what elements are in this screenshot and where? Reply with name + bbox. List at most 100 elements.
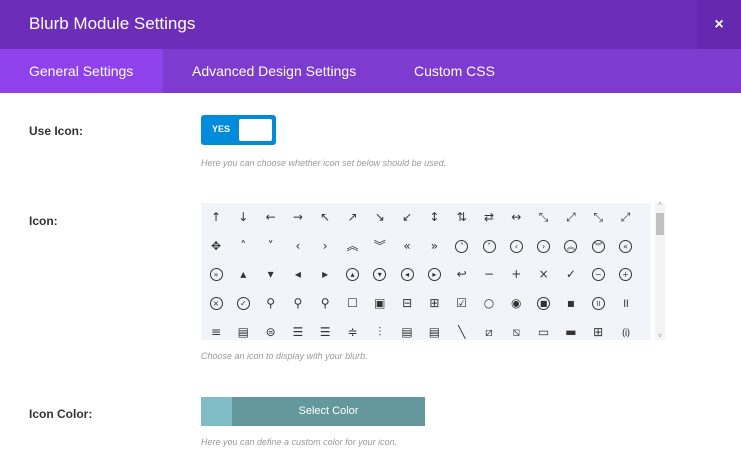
- icon-option[interactable]: ▤: [424, 322, 444, 340]
- icon-option[interactable]: ×: [206, 293, 226, 313]
- icon-option[interactable]: ⇄: [479, 207, 499, 227]
- icon-option[interactable]: ↑: [206, 207, 226, 227]
- icon-option[interactable]: ↙: [397, 207, 417, 227]
- icon-option[interactable]: ▬: [561, 322, 581, 340]
- icon-option[interactable]: ←: [261, 207, 281, 227]
- tab-advanced-design-settings[interactable]: Advanced Design Settings: [192, 49, 356, 93]
- icon-option[interactable]: ›: [534, 236, 554, 256]
- icon-option[interactable]: ▸: [315, 264, 335, 284]
- icon-option[interactable]: ▤: [233, 322, 253, 340]
- icon-option[interactable]: ✓: [561, 264, 581, 284]
- icon-option[interactable]: »: [424, 236, 444, 256]
- tab-general-settings[interactable]: General Settings: [0, 49, 163, 93]
- tab-bar: General Settings Advanced Design Setting…: [0, 49, 741, 93]
- icon-option[interactable]: ˄: [452, 236, 472, 256]
- icon-option[interactable]: ☰: [288, 322, 308, 340]
- icon-option[interactable]: ⧄: [479, 322, 499, 340]
- icon-option[interactable]: ▾: [370, 264, 390, 284]
- icon-option[interactable]: +: [616, 264, 636, 284]
- icon-option[interactable]: ▣: [370, 293, 390, 313]
- icon-option[interactable]: ⊞: [588, 322, 608, 340]
- icon-option[interactable]: ⊟: [397, 293, 417, 313]
- icon-glyph: ↓: [238, 210, 249, 224]
- icon-option[interactable]: ↩: [452, 264, 472, 284]
- icon-option[interactable]: −: [588, 264, 608, 284]
- icon-option[interactable]: «: [616, 236, 636, 256]
- icon-option[interactable]: ▤: [397, 322, 417, 340]
- icon-glyph: ︾: [373, 238, 386, 253]
- icon-option[interactable]: ⇅: [452, 207, 472, 227]
- icon-option[interactable]: ↔: [506, 207, 526, 227]
- icon-glyph: ◉: [511, 296, 522, 311]
- close-button[interactable]: ×: [697, 0, 741, 49]
- icon-option[interactable]: ⤡: [534, 207, 554, 227]
- icon-option[interactable]: ↓: [233, 207, 253, 227]
- icon-option[interactable]: ▾: [261, 264, 281, 284]
- icon-option[interactable]: ■: [534, 293, 554, 313]
- icon-option[interactable]: ︽: [561, 236, 581, 256]
- icon-option[interactable]: ▪: [561, 293, 581, 313]
- icon-option[interactable]: ›: [315, 236, 335, 256]
- icon-option[interactable]: →: [288, 207, 308, 227]
- icon-option[interactable]: ॥: [616, 293, 636, 313]
- icon-option[interactable]: ‹: [506, 236, 526, 256]
- icon-option[interactable]: ↖: [315, 207, 335, 227]
- icon-option[interactable]: ▴: [343, 264, 363, 284]
- icon-option[interactable]: ▴: [233, 264, 253, 284]
- icon-option[interactable]: ↗: [343, 207, 363, 227]
- icon-option[interactable]: ⚲: [315, 293, 335, 313]
- icon-option[interactable]: ▸: [424, 264, 444, 284]
- icon-option[interactable]: ✥: [206, 236, 226, 256]
- select-color-button[interactable]: Select Color: [201, 397, 425, 426]
- icon-option[interactable]: ◂: [397, 264, 417, 284]
- icon-option[interactable]: ⚲: [288, 293, 308, 313]
- icon-option[interactable]: ×: [534, 264, 554, 284]
- icon-option[interactable]: ◂: [288, 264, 308, 284]
- icon-option[interactable]: ⫶: [370, 322, 390, 340]
- icon-option[interactable]: ⊞: [424, 293, 444, 313]
- scroll-up-icon[interactable]: ˄: [655, 201, 665, 208]
- icon-glyph: ‹: [295, 238, 301, 253]
- icon-option[interactable]: ⤢: [616, 207, 636, 227]
- icon-option[interactable]: ▭: [534, 322, 554, 340]
- icon-option[interactable]: ◉: [506, 293, 526, 313]
- tab-custom-css[interactable]: Custom CSS: [414, 49, 495, 93]
- icon-glyph: ˅: [267, 238, 274, 253]
- icon-glyph: »: [209, 268, 223, 282]
- icon-option[interactable]: ↕: [424, 207, 444, 227]
- icon-option[interactable]: ⊜: [261, 322, 281, 340]
- icon-option[interactable]: +: [506, 264, 526, 284]
- icon-option[interactable]: »: [206, 264, 226, 284]
- icon-option[interactable]: ︾: [370, 236, 390, 256]
- icon-glyph: ˄: [240, 238, 247, 253]
- icon-option[interactable]: ╲: [452, 322, 472, 340]
- icon-option[interactable]: ⤡: [588, 207, 608, 227]
- icon-option[interactable]: ⧅: [506, 322, 526, 340]
- icon-option[interactable]: ≑: [343, 322, 363, 340]
- icon-option[interactable]: ˅: [261, 236, 281, 256]
- icon-option[interactable]: ⚲: [261, 293, 281, 313]
- icon-option[interactable]: ︽: [343, 236, 363, 256]
- icon-option[interactable]: ≡: [206, 322, 226, 340]
- icon-option[interactable]: ☑: [452, 293, 472, 313]
- icon-grid-scrollbar[interactable]: ˄ ˅: [655, 201, 665, 340]
- icon-option[interactable]: ⤢: [561, 207, 581, 227]
- icon-option[interactable]: ︾: [588, 236, 608, 256]
- icon-option[interactable]: ˅: [479, 236, 499, 256]
- icon-option[interactable]: ☰: [315, 322, 335, 340]
- icon-glyph: −: [483, 267, 495, 282]
- icon-option[interactable]: «: [397, 236, 417, 256]
- scrollbar-thumb[interactable]: [656, 213, 664, 235]
- icon-option[interactable]: ○: [479, 293, 499, 313]
- icon-option[interactable]: ‹: [288, 236, 308, 256]
- icon-option[interactable]: ॥: [588, 293, 608, 313]
- use-icon-toggle[interactable]: YES: [201, 115, 276, 145]
- icon-option[interactable]: ˄: [233, 236, 253, 256]
- scroll-down-icon[interactable]: ˅: [655, 333, 665, 340]
- icon-glyph: ○: [483, 296, 495, 311]
- icon-option[interactable]: ✓: [233, 293, 253, 313]
- icon-option[interactable]: −: [479, 264, 499, 284]
- icon-option[interactable]: (i): [616, 322, 636, 340]
- icon-option[interactable]: ☐: [343, 293, 363, 313]
- icon-option[interactable]: ↘: [370, 207, 390, 227]
